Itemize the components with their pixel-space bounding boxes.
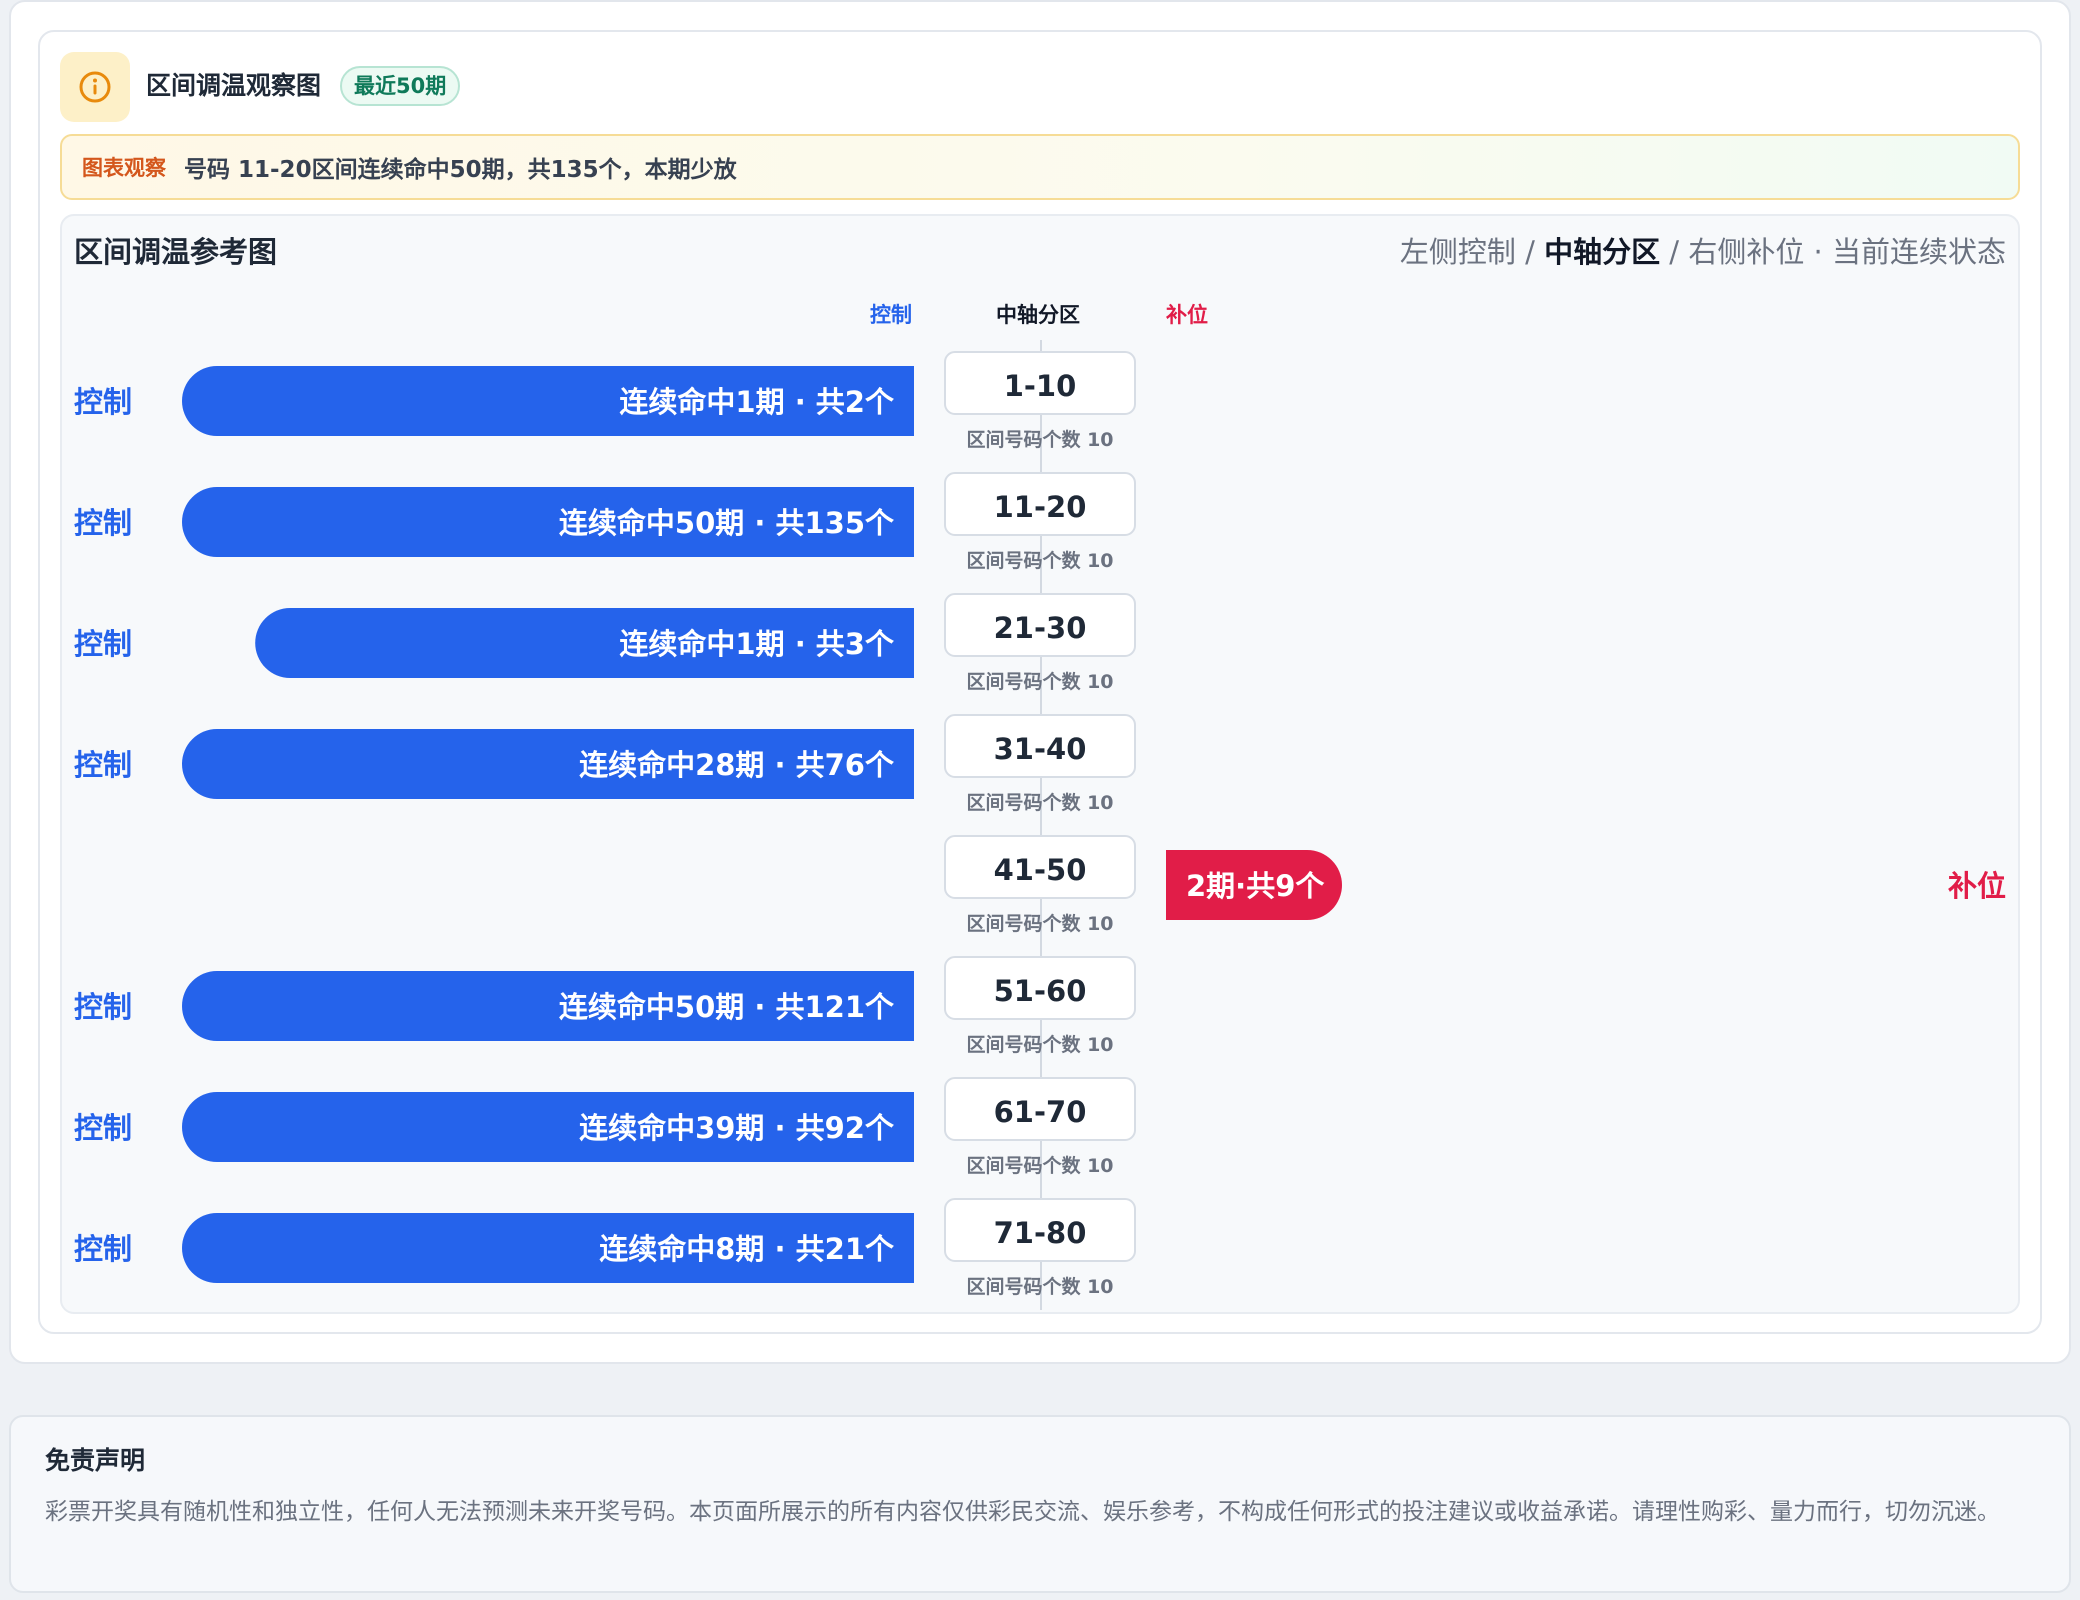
range-label: 61-70 <box>994 1095 1087 1129</box>
bar-value-label: 连续命中28期 · 共76个 <box>579 748 895 782</box>
range-label: 11-20 <box>994 490 1087 524</box>
range-label: 21-30 <box>994 611 1087 645</box>
side-label-control: 控制 <box>74 506 132 540</box>
bar-value-label: 连续命中50期 · 共135个 <box>559 506 895 540</box>
side-label-control: 控制 <box>74 1111 132 1145</box>
bar-value-label: 连续命中50期 · 共121个 <box>559 990 895 1024</box>
side-label-control: 控制 <box>74 627 132 661</box>
range-count-label: 区间号码个数 10 <box>966 670 1113 693</box>
side-label-fill: 补位 <box>1948 869 2006 903</box>
bar-value-label: 2期·共9个 <box>1186 869 1325 903</box>
bar-value-label: 连续命中8期 · 共21个 <box>599 1232 895 1266</box>
side-label-control: 控制 <box>74 990 132 1024</box>
disclaimer-box: 免责声明 彩票开奖具有随机性和独立性，任何人无法预测未来开奖号码。本页面所展示的… <box>9 1415 2071 1593</box>
side-label-control: 控制 <box>74 748 132 782</box>
range-label: 1-10 <box>1004 369 1077 403</box>
bar-value-label: 连续命中1期 · 共3个 <box>619 627 895 661</box>
range-label: 41-50 <box>994 853 1087 887</box>
range-label: 71-80 <box>994 1216 1087 1250</box>
range-count-label: 区间号码个数 10 <box>966 428 1113 451</box>
range-count-label: 区间号码个数 10 <box>966 912 1113 935</box>
range-count-label: 区间号码个数 10 <box>966 791 1113 814</box>
range-label: 51-60 <box>994 974 1087 1008</box>
bar-value-label: 连续命中1期 · 共2个 <box>619 385 895 419</box>
side-label-control: 控制 <box>74 1232 132 1266</box>
range-count-label: 区间号码个数 10 <box>966 1275 1113 1298</box>
interval-chart: 1-10区间号码个数 10连续命中1期 · 共2个控制11-20区间号码个数 1… <box>74 351 2006 1298</box>
disclaimer-title: 免责声明 <box>45 1446 146 1475</box>
side-label-control: 控制 <box>74 385 132 419</box>
range-label: 31-40 <box>994 732 1087 766</box>
bar-value-label: 连续命中39期 · 共92个 <box>579 1111 895 1145</box>
range-count-label: 区间号码个数 10 <box>966 1154 1113 1177</box>
range-count-label: 区间号码个数 10 <box>966 549 1113 572</box>
disclaimer-text: 彩票开奖具有随机性和独立性，任何人无法预测未来开奖号码。本页面所展示的所有内容仅… <box>45 1499 2000 1525</box>
range-count-label: 区间号码个数 10 <box>966 1033 1113 1056</box>
